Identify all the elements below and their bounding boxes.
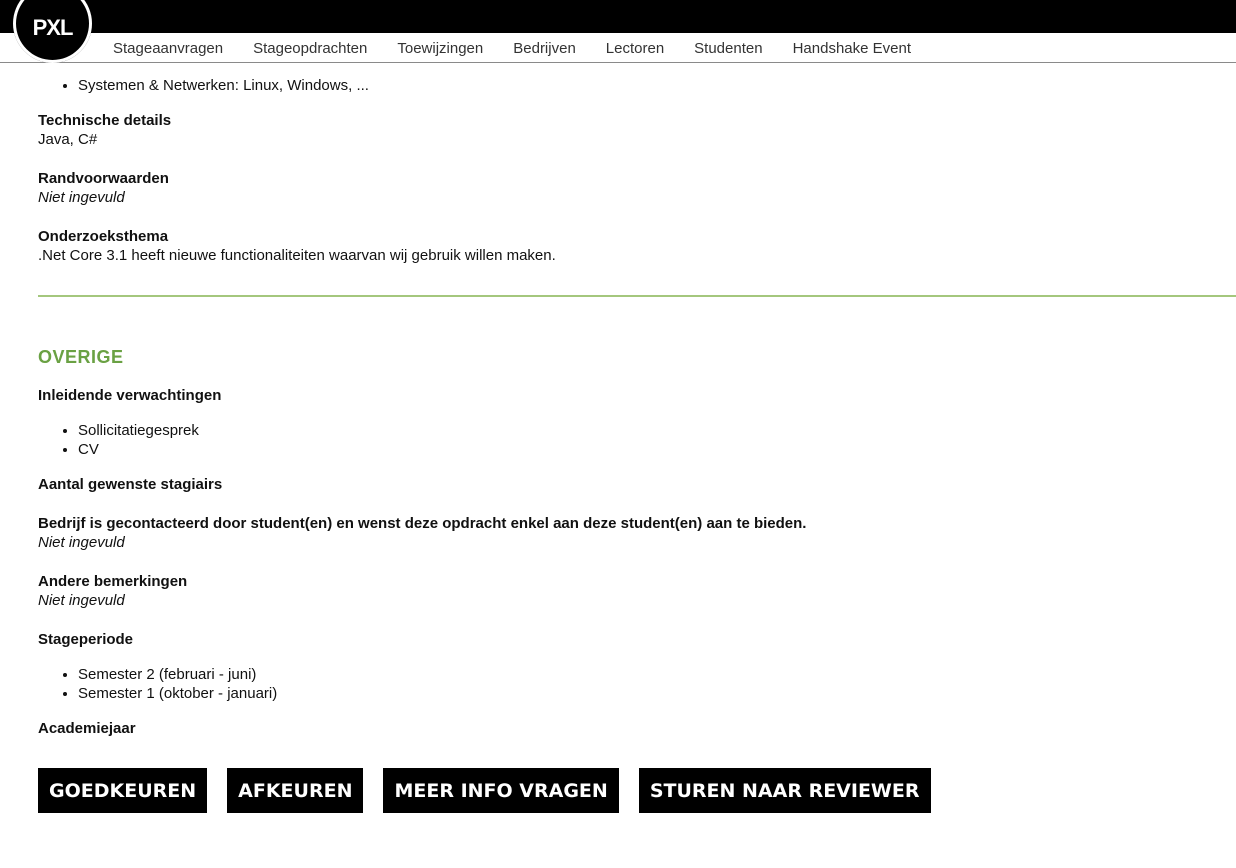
section-title-overige: OVERIGE: [38, 347, 124, 367]
nav-item-stageopdrachten[interactable]: Stageopdrachten: [238, 40, 382, 57]
bedrijf-gecontacteerd-field: Bedrijf is gecontacteerd door student(en…: [38, 514, 806, 552]
field-label: Bedrijf is gecontacteerd door student(en…: [38, 515, 807, 532]
top-bar: [0, 0, 1236, 33]
list-item: Systemen & Netwerken: Linux, Windows, ..…: [78, 76, 369, 95]
section-divider: [38, 295, 1236, 297]
field-value: Niet ingevuld: [38, 534, 125, 551]
list-item: Semester 1 (oktober - januari): [78, 684, 277, 703]
nav-item-lectoren[interactable]: Lectoren: [591, 40, 679, 57]
field-label: Stageperiode: [38, 631, 134, 648]
logo-text: PXL: [32, 14, 74, 40]
list-item: CV: [78, 440, 199, 459]
field-value: Java, C#: [38, 131, 98, 148]
technische-details-field: Technische details Java, C#: [38, 111, 171, 149]
randvoorwaarden-field: Randvoorwaarden Niet ingevuld: [38, 169, 169, 207]
andere-bemerkingen-field: Andere bemerkingen Niet ingevuld: [38, 572, 187, 610]
request-more-info-button[interactable]: MEER INFO VRAGEN: [383, 768, 619, 813]
nav-item-toewijzingen[interactable]: Toewijzingen: [382, 40, 498, 57]
field-label: Aantal gewenste stagiairs: [38, 476, 223, 493]
field-value: Niet ingevuld: [38, 592, 125, 609]
reject-button[interactable]: AFKEUREN: [227, 768, 364, 813]
nav-item-stageaanvragen[interactable]: Stageaanvragen: [98, 40, 238, 57]
list-item: Semester 2 (februari - juni): [78, 665, 277, 684]
verwachtingen-list: Sollicitatiegesprek CV: [38, 421, 199, 459]
field-label: Academiejaar: [38, 720, 136, 737]
onderzoeksthema-field: Onderzoeksthema .Net Core 3.1 heeft nieu…: [38, 227, 556, 265]
approve-button[interactable]: GOEDKEUREN: [38, 768, 208, 813]
field-label: Technische details: [38, 112, 172, 129]
send-to-reviewer-button[interactable]: STUREN NAAR REVIEWER: [638, 768, 931, 813]
main-navigation: Stageaanvragen Stageopdrachten Toewijzin…: [0, 33, 1236, 63]
field-label: Onderzoeksthema: [38, 228, 169, 245]
field-label: Inleidende verwachtingen: [38, 387, 222, 404]
field-value: Niet ingevuld: [38, 189, 125, 206]
nav-item-studenten[interactable]: Studenten: [679, 40, 777, 57]
inleidende-verwachtingen-field: Inleidende verwachtingen: [38, 386, 221, 405]
aantal-stagiairs-field: Aantal gewenste stagiairs: [38, 475, 222, 494]
field-label: Randvoorwaarden: [38, 170, 169, 187]
nav-item-bedrijven[interactable]: Bedrijven: [498, 40, 591, 57]
field-value: .Net Core 3.1 heeft nieuwe functionalite…: [38, 247, 556, 264]
nav-item-handshake-event[interactable]: Handshake Event: [778, 40, 926, 57]
academiejaar-field: Academiejaar: [38, 719, 136, 738]
field-label: Andere bemerkingen: [38, 573, 188, 590]
stageperiode-field: Stageperiode: [38, 630, 133, 649]
domain-list: Systemen & Netwerken: Linux, Windows, ..…: [38, 76, 369, 95]
stageperiode-list: Semester 2 (februari - juni) Semester 1 …: [38, 665, 277, 703]
list-item: Sollicitatiegesprek: [78, 421, 199, 440]
nav-items: Stageaanvragen Stageopdrachten Toewijzin…: [98, 33, 926, 63]
action-buttons: GOEDKEUREN AFKEUREN MEER INFO VRAGEN STU…: [38, 768, 931, 813]
